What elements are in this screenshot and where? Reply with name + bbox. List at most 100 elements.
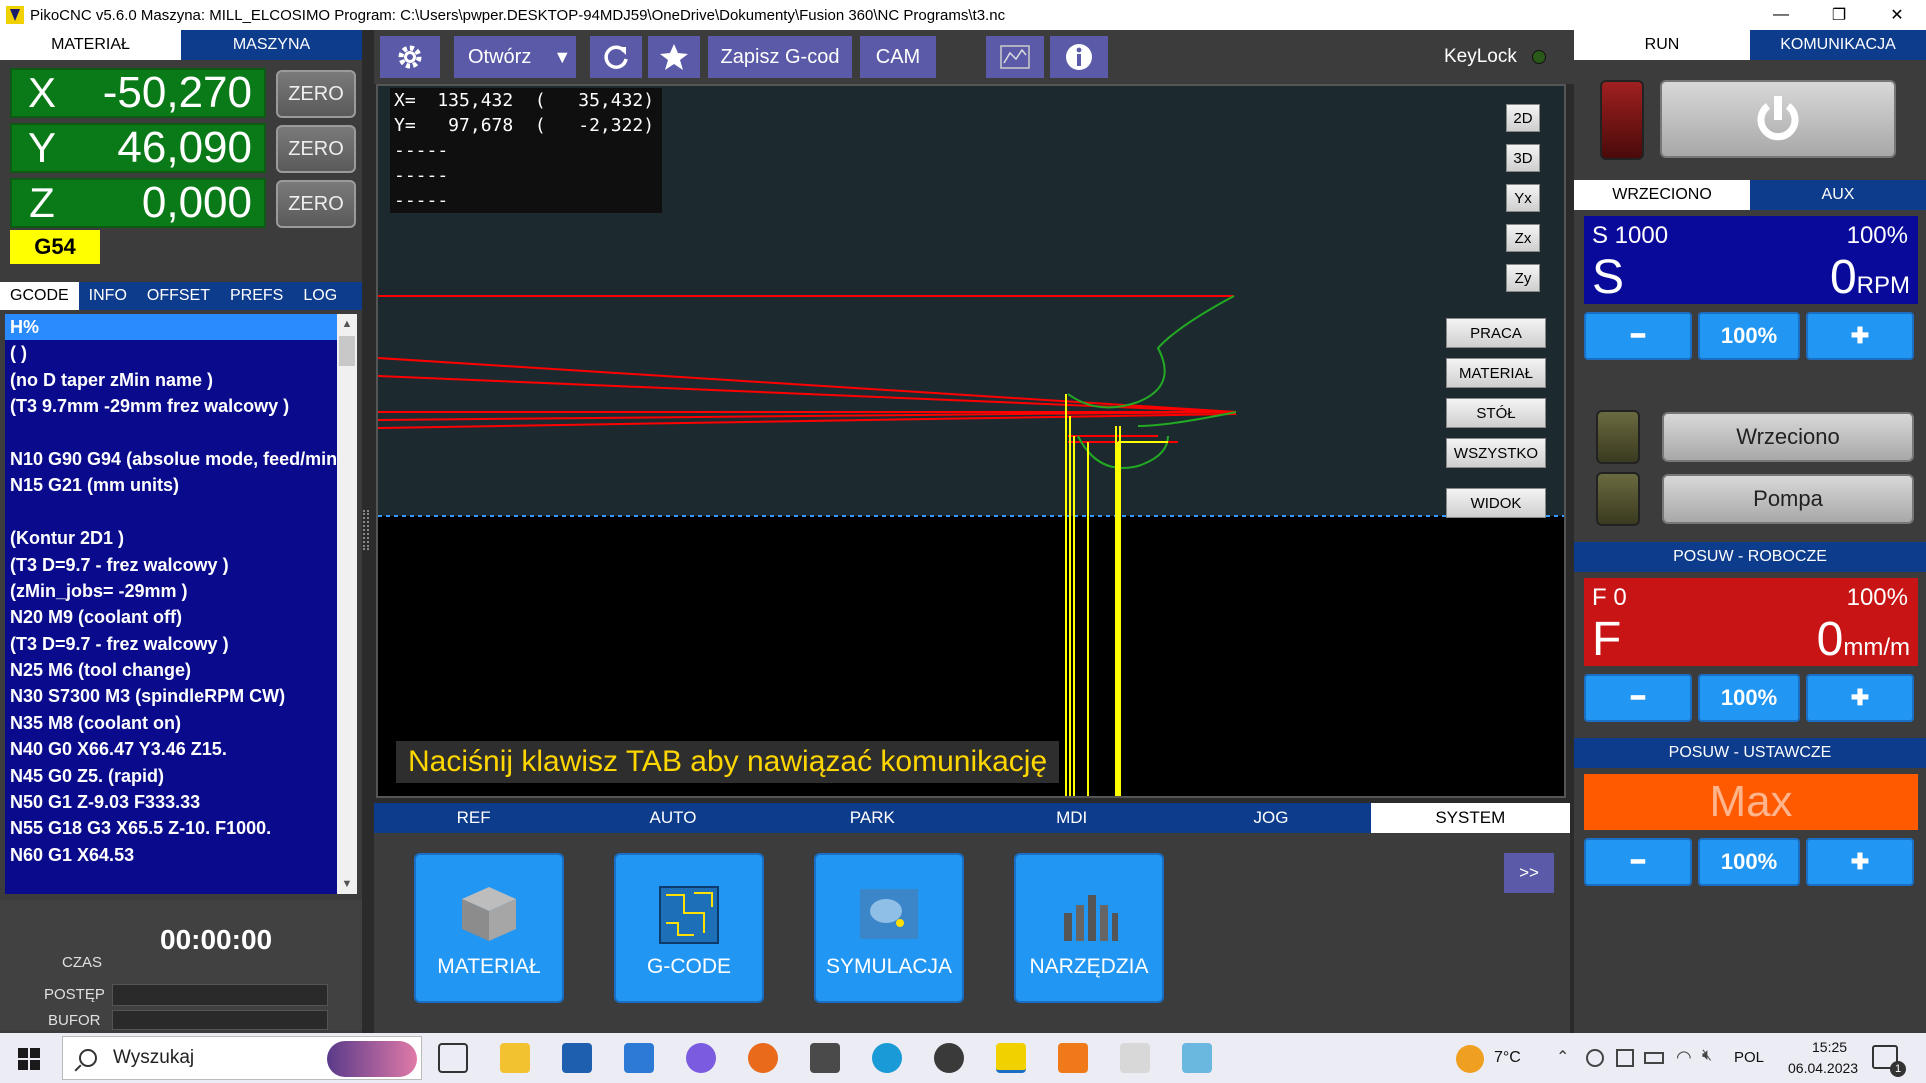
cnc-app-icon[interactable] [934,1043,964,1073]
firefox-icon[interactable] [748,1043,778,1073]
view-options-button[interactable]: WIDOK [1446,488,1546,518]
gcode-line[interactable]: N15 G21 (mm units) [5,472,337,498]
task-view-icon[interactable] [438,1043,468,1073]
tray-usb-icon[interactable] [1616,1049,1634,1067]
tab-gcode[interactable]: GCODE [0,282,79,310]
tray-sync-icon[interactable] [1586,1049,1604,1067]
favorite-button[interactable] [648,36,700,78]
zero-z-button[interactable]: ZERO [276,180,356,228]
view-3d-button[interactable]: 3D [1506,144,1540,172]
gcode-line[interactable]: N20 M9 (coolant off) [5,604,337,630]
tab-log[interactable]: LOG [293,282,347,310]
tab-material[interactable]: MATERIAŁ [0,30,181,60]
gcode-line[interactable]: N30 S7300 M3 (spindleRPM CW) [5,683,337,709]
tab-park[interactable]: PARK [773,803,972,833]
more-button[interactable]: >> [1504,853,1554,893]
tab-ref[interactable]: REF [374,803,573,833]
open-button[interactable]: Otwórz ▼ [454,36,576,78]
tab-run[interactable]: RUN [1574,30,1750,60]
gcode-line[interactable]: ( ) [5,340,337,366]
spindle-minus-button[interactable]: ━ [1584,312,1692,360]
close-button[interactable]: ✕ [1868,0,1926,30]
gcode-line[interactable]: H% [5,314,337,341]
gcode-line[interactable]: N45 G0 Z5. (rapid) [5,763,337,789]
tab-jog[interactable]: JOG [1171,803,1370,833]
weather-temp[interactable]: 7°C [1494,1049,1521,1067]
clock-time[interactable]: 15:25 [1812,1039,1847,1055]
maximize-button[interactable]: ❐ [1810,0,1868,30]
scroll-up-icon[interactable]: ▲ [337,314,357,334]
gcode-line[interactable]: N10 G90 G94 (absolue mode, feed/min) [5,446,337,472]
scroll-down-icon[interactable]: ▼ [337,874,357,894]
volume-muted-icon[interactable]: 🔇︎ [1702,1047,1712,1065]
graph-button[interactable] [986,36,1044,78]
simulation-button[interactable]: SYMULACJA [814,853,964,1003]
gcode-line[interactable]: N35 M8 (coolant on) [5,710,337,736]
fusion360-icon[interactable] [1058,1043,1088,1073]
gcode-line[interactable]: (T3 D=9.7 - frez walcowy ) [5,631,337,657]
spindle-toggle-button[interactable]: Wrzeciono [1662,412,1914,462]
zoom-all-button[interactable]: WSZYSTKO [1446,438,1546,468]
snipping-icon[interactable] [1182,1043,1212,1073]
wifi-icon[interactable]: ◠ [1676,1047,1692,1068]
edge-icon[interactable] [872,1043,902,1073]
weather-icon[interactable] [1456,1045,1484,1073]
tab-mdi[interactable]: MDI [972,803,1171,833]
gcode-line[interactable]: N40 G0 X66.47 Y3.46 Z15. [5,736,337,762]
tab-system[interactable]: SYSTEM [1370,803,1570,833]
pikocnc-icon[interactable] [996,1043,1026,1073]
mail-icon[interactable] [624,1043,654,1073]
scroll-thumb[interactable] [339,336,355,366]
feed-reset-button[interactable]: 100% [1698,674,1800,722]
cam-button[interactable]: CAM [860,36,936,78]
feed-plus-button[interactable]: ✚ [1806,674,1914,722]
zoom-table-button[interactable]: STÓŁ [1446,398,1546,428]
view-2d-button[interactable]: 2D [1506,104,1540,132]
zero-y-button[interactable]: ZERO [276,125,356,173]
gcode-line[interactable]: (zMin_jobs= -29mm ) [5,578,337,604]
tools-button[interactable]: NARZĘDZIA [1014,853,1164,1003]
view-zx-button[interactable]: Zx [1506,224,1540,252]
gcode-line[interactable]: (Kontur 2D1 ) [5,525,337,551]
feed-minus-button[interactable]: ━ [1584,674,1692,722]
open-dropdown-icon[interactable]: ▼ [553,47,571,68]
gcode-line[interactable] [5,499,337,525]
gcode-line[interactable]: N50 G1 Z-9.03 F333.33 [5,789,337,815]
battery-icon[interactable] [1644,1052,1664,1064]
clock-date[interactable]: 06.04.2023 [1788,1060,1858,1076]
windows-start-icon[interactable] [18,1048,40,1070]
toolpath-viewport[interactable]: X= 135,432 ( 35,432) Y= 97,678 ( -2,322)… [376,84,1566,798]
gcode-line[interactable]: (T3 9.7mm -29mm frez walcowy ) [5,393,337,419]
tab-spindle[interactable]: WRZECIONO [1574,180,1750,210]
taskbar-search[interactable]: Wyszukaj [62,1036,422,1080]
keylock-led-icon[interactable] [1532,50,1546,64]
view-yx-button[interactable]: Yx [1506,184,1540,212]
tab-info[interactable]: INFO [79,282,137,310]
pump-toggle-button[interactable]: Pompa [1662,474,1914,524]
material-button[interactable]: MATERIAŁ [414,853,564,1003]
spindle-plus-button[interactable]: ✚ [1806,312,1914,360]
language-indicator[interactable]: POL [1734,1049,1764,1066]
gcode-line[interactable]: (T3 D=9.7 - frez walcowy ) [5,552,337,578]
gcode-line[interactable] [5,420,337,446]
settings-button[interactable] [380,36,440,78]
tab-auto[interactable]: AUTO [573,803,772,833]
wcs-badge[interactable]: G54 [10,230,100,264]
tray-chevron-icon[interactable]: ⌃ [1556,1047,1569,1067]
tab-prefs[interactable]: PREFS [220,282,293,310]
file-explorer-icon[interactable] [500,1043,530,1073]
zero-x-button[interactable]: ZERO [276,70,356,118]
save-gcode-button[interactable]: Zapisz G-cod [708,36,852,78]
view-zy-button[interactable]: Zy [1506,264,1540,292]
gcode-line[interactable]: N55 G18 G3 X65.5 Z-10. F1000. [5,815,337,841]
gcode-line[interactable]: N60 G1 X64.53 [5,842,337,868]
power-button[interactable] [1660,80,1896,158]
copilot-icon[interactable] [686,1043,716,1073]
reload-button[interactable] [590,36,642,78]
spindle-reset-button[interactable]: 100% [1698,312,1800,360]
gcode-listing[interactable]: H% ( ) (no D taper zMin name ) (T3 9.7mm… [5,314,337,894]
zoom-material-button[interactable]: MATERIAŁ [1446,358,1546,388]
calculator-icon[interactable] [810,1043,840,1073]
tab-communication[interactable]: KOMUNIKACJA [1750,30,1926,60]
minimize-button[interactable]: — [1752,0,1810,30]
